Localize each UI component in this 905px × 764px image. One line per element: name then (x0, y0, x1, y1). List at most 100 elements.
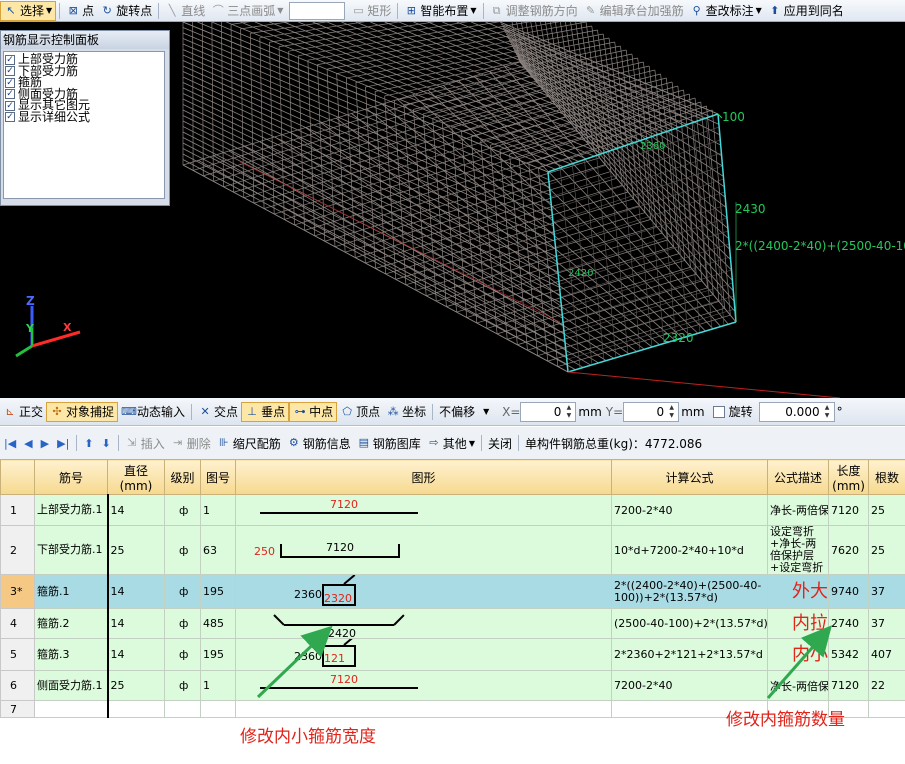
description-cell[interactable]: 净长-两倍保护层 (767, 494, 830, 526)
adjust-direction-button[interactable]: ⧉ 调整钢筋方向 (487, 1, 581, 21)
row-number[interactable]: 7 (0, 700, 35, 718)
last-record-icon[interactable]: ▶| (53, 437, 73, 450)
diameter-cell[interactable]: 25 (107, 670, 165, 701)
rebar-name-cell[interactable]: 上部受力筋.1 (34, 494, 109, 526)
rebar-name-cell[interactable]: 箍筋.2 (34, 608, 109, 639)
header-formula[interactable]: 计算公式 (611, 459, 769, 495)
spinner-icon[interactable]: ▲ ▼ (823, 404, 832, 420)
checkbox-checked-icon[interactable]: ✓ (5, 112, 15, 123)
rebar-name-cell[interactable]: 箍筋.1 (34, 574, 109, 609)
shape-cell[interactable]: 2420 (234, 608, 613, 639)
checkbox-checked-icon[interactable]: ✓ (5, 54, 15, 65)
grade-cell[interactable]: ф (164, 608, 201, 639)
first-record-icon[interactable]: |◀ (0, 437, 20, 450)
select-button[interactable]: ↖ 选择 ▼ (0, 0, 57, 21)
count-cell[interactable]: 25 (868, 494, 905, 526)
header-name[interactable]: 筋号 (34, 459, 108, 495)
rebar-info-button[interactable]: ⚙ 钢筋信息 (284, 433, 354, 453)
table-row[interactable]: 4 箍筋.2 14 ф 485 2420 (2500-40-100)+2*(13… (0, 608, 905, 639)
rebar-name-cell[interactable]: 下部受力筋.1 (34, 525, 109, 575)
formula-cell[interactable]: 10*d+7200-2*40+10*d (611, 525, 769, 575)
prev-record-icon[interactable]: ◀ (20, 437, 36, 450)
row-number[interactable]: 2 (0, 525, 35, 575)
table-row[interactable]: 6 侧面受力筋.1 25 ф 1 7120 7200-2*40 净长-两倍保护层… (0, 670, 905, 701)
count-cell[interactable]: 37 (868, 608, 905, 639)
figure-no-cell[interactable]: 63 (200, 525, 236, 575)
shape-cell[interactable] (234, 700, 613, 718)
figure-no-cell[interactable]: 1 (200, 494, 236, 526)
smart-layout-button[interactable]: ⊞ 智能布置 ▼ (401, 1, 479, 21)
figure-no-cell[interactable]: 485 (200, 608, 236, 639)
diameter-cell[interactable]: 14 (107, 638, 165, 671)
diameter-cell[interactable]: 25 (107, 525, 165, 575)
length-cell[interactable]: 5342 (828, 638, 870, 671)
count-cell[interactable]: 407 (868, 638, 905, 671)
insert-button[interactable]: ⇲ 插入 (122, 433, 168, 453)
row-number[interactable]: 4 (0, 608, 35, 639)
length-cell[interactable]: 7120 (828, 494, 870, 526)
formula-cell[interactable]: 7200-2*40 (611, 670, 769, 701)
shape-cell[interactable]: 7120 (234, 670, 613, 701)
formula-cell[interactable]: 2*2360+2*121+2*13.57*d (611, 638, 769, 671)
y-coordinate-input[interactable]: 0 ▲ ▼ (623, 401, 680, 422)
rotate-angle-input[interactable]: 0.000 ▲ ▼ (758, 401, 835, 422)
scale-rebar-button[interactable]: ⊪ 缩尺配筋 (214, 433, 284, 453)
ortho-toggle[interactable]: ⊾ 正交 (0, 402, 46, 422)
intersection-snap[interactable]: ✕ 交点 (195, 402, 241, 422)
row-number[interactable]: 6 (0, 670, 35, 701)
rebar-name-cell[interactable]: 侧面受力筋.1 (34, 670, 109, 701)
midpoint-snap[interactable]: ⊶ 中点 (289, 401, 338, 422)
grade-cell[interactable]: ф (164, 574, 201, 609)
perpendicular-snap[interactable]: ⊥ 垂点 (241, 401, 290, 422)
figure-no-cell[interactable]: 1 (200, 670, 236, 701)
formula-cell[interactable]: (2500-40-100)+2*(13.57*d) (611, 608, 769, 639)
next-record-icon[interactable]: ▶ (37, 437, 53, 450)
rotate-point-button[interactable]: ↻ 旋转点 (97, 1, 155, 21)
formula-cell[interactable]: 7200-2*40 (611, 494, 769, 526)
object-snap-toggle[interactable]: ✣ 对象捕捉 (46, 401, 119, 422)
checkbox-checked-icon[interactable]: ✓ (5, 100, 15, 111)
diameter-cell[interactable]: 14 (107, 608, 165, 639)
checkbox-checked-icon[interactable]: ✓ (5, 77, 15, 88)
rebar-name-cell[interactable]: 箍筋.3 (34, 638, 109, 671)
other-button[interactable]: ⇨ 其他 ▼ (424, 433, 478, 453)
description-cell[interactable]: 设定弯折+净长-两倍保护层+设定弯折 (767, 525, 830, 575)
three-point-arc-button[interactable]: ⌒ 三点画弧 ▼ (208, 1, 286, 21)
move-down-icon[interactable]: ⬇ (98, 437, 115, 450)
figure-no-cell[interactable]: 195 (200, 574, 236, 609)
header-count[interactable]: 根数 (868, 459, 905, 495)
header-description[interactable]: 公式描述 (767, 459, 830, 495)
row-number[interactable]: 3* (0, 574, 35, 609)
rebar-name-cell[interactable] (34, 700, 109, 718)
header-length[interactable]: 长度(mm) (828, 459, 870, 495)
figure-no-cell[interactable] (200, 700, 236, 718)
row-number[interactable]: 1 (0, 494, 35, 526)
count-cell[interactable]: 37 (868, 574, 905, 609)
vertex-snap[interactable]: ⬠ 顶点 (337, 402, 383, 422)
modify-annotation-button[interactable]: ⚲ 查改标注 ▼ (687, 1, 765, 21)
close-button[interactable]: 关闭 (485, 433, 515, 453)
point-button[interactable]: ⊠ 点 (63, 1, 97, 21)
grade-cell[interactable]: ф (164, 494, 201, 526)
figure-no-cell[interactable]: 195 (200, 638, 236, 671)
dynamic-input-toggle[interactable]: ⌨ 动态输入 (118, 402, 188, 422)
spinner-icon[interactable]: ▲ ▼ (564, 404, 573, 420)
line-button[interactable]: ╲ 直线 (162, 1, 208, 21)
arc-combo[interactable] (289, 1, 346, 20)
spinner-icon[interactable]: ▲ ▼ (667, 404, 676, 420)
header-shape[interactable]: 图形 (234, 459, 613, 495)
checkbox-checked-icon[interactable]: ✓ (5, 66, 15, 77)
description-cell[interactable]: 净长-两倍保护层 (767, 670, 830, 701)
table-row-selected[interactable]: 3* 箍筋.1 14 ф 195 2360 2320 2*((2400-2*40… (0, 574, 905, 609)
table-row[interactable]: 1 上部受力筋.1 14 ф 1 7120 7200-2*40 净长-两倍保护层… (0, 494, 905, 526)
count-cell[interactable] (868, 700, 905, 718)
description-cell[interactable]: 内小箍筋 (767, 638, 830, 671)
rotate-checkbox[interactable] (712, 405, 725, 418)
edit-cap-button[interactable]: ✎ 编辑承台加强筋 (581, 1, 687, 21)
table-row[interactable]: 5 箍筋.3 14 ф 195 2360 121 2*2360+2*121+2*… (0, 638, 905, 671)
grade-cell[interactable]: ф (164, 670, 201, 701)
layer-item[interactable]: ✓ 显示详细公式 (4, 111, 164, 124)
header-grade[interactable]: 级别 (164, 459, 201, 495)
diameter-cell[interactable] (107, 700, 165, 718)
table-row[interactable]: 2 下部受力筋.1 25 ф 63 250 7120 10*d+7200-2*4… (0, 525, 905, 575)
